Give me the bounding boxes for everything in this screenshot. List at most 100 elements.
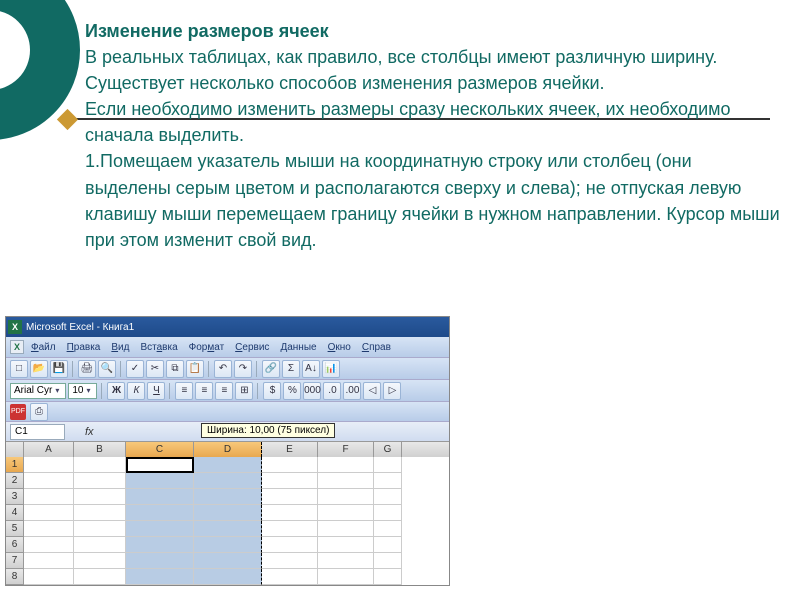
new-button[interactable]: □ [10,360,28,378]
col-header-A[interactable]: A [24,442,74,457]
cell-B7[interactable] [74,553,126,569]
row-header-7[interactable]: 7 [6,553,24,569]
cell-C2[interactable] [126,473,194,489]
cell-B2[interactable] [74,473,126,489]
cell-A6[interactable] [24,537,74,553]
col-header-F[interactable]: F [318,442,374,457]
align-right-button[interactable]: ≡ [215,382,233,400]
bold-button[interactable]: Ж [107,382,125,400]
align-left-button[interactable]: ≡ [175,382,193,400]
cell-D4[interactable] [194,505,262,521]
spell-button[interactable]: ✓ [126,360,144,378]
currency-button[interactable]: $ [263,382,281,400]
cell-G5[interactable] [374,521,402,537]
cut-button[interactable]: ✂ [146,360,164,378]
menu-data[interactable]: Данные [276,341,320,354]
cell-A7[interactable] [24,553,74,569]
save-button[interactable]: 💾 [50,360,68,378]
cell-A3[interactable] [24,489,74,505]
sort-button[interactable]: A↓ [302,360,320,378]
cell-D3[interactable] [194,489,262,505]
cell-C7[interactable] [126,553,194,569]
cell-F7[interactable] [318,553,374,569]
dec-inc-button[interactable]: .0 [323,382,341,400]
cell-G3[interactable] [374,489,402,505]
col-header-E[interactable]: E [262,442,318,457]
indent-dec-button[interactable]: ◁ [363,382,381,400]
cell-F3[interactable] [318,489,374,505]
menu-format[interactable]: Формат [185,341,229,354]
align-center-button[interactable]: ≡ [195,382,213,400]
cell-A4[interactable] [24,505,74,521]
cell-C5[interactable] [126,521,194,537]
cell-B8[interactable] [74,569,126,585]
name-box[interactable]: C1 [10,424,65,440]
underline-button[interactable]: Ч [147,382,165,400]
cell-D6[interactable] [194,537,262,553]
print-button[interactable]: 🖨 [78,360,96,378]
paste-button[interactable]: 📋 [186,360,204,378]
chart-button[interactable]: 📊 [322,360,340,378]
cell-E3[interactable] [262,489,318,505]
cell-C6[interactable] [126,537,194,553]
cell-B6[interactable] [74,537,126,553]
cell-B1[interactable] [74,457,126,473]
menu-help[interactable]: Справ [358,341,395,354]
redo-button[interactable]: ↷ [234,360,252,378]
comma-button[interactable]: 000 [303,382,321,400]
menu-insert[interactable]: Вставка [136,341,181,354]
dec-dec-button[interactable]: .00 [343,382,361,400]
cell-E1[interactable] [262,457,318,473]
cell-B3[interactable] [74,489,126,505]
cell-A8[interactable] [24,569,74,585]
cell-C1[interactable] [126,457,194,473]
col-header-B[interactable]: B [74,442,126,457]
menu-window[interactable]: Окно [324,341,355,354]
row-header-3[interactable]: 3 [6,489,24,505]
menu-edit[interactable]: Правка [63,341,105,354]
cell-B5[interactable] [74,521,126,537]
cell-D8[interactable] [194,569,262,585]
select-all-corner[interactable] [6,442,24,457]
link-button[interactable]: 🔗 [262,360,280,378]
row-header-8[interactable]: 8 [6,569,24,585]
cell-E2[interactable] [262,473,318,489]
cell-B4[interactable] [74,505,126,521]
row-header-6[interactable]: 6 [6,537,24,553]
undo-button[interactable]: ↶ [214,360,232,378]
cell-F1[interactable] [318,457,374,473]
cell-F6[interactable] [318,537,374,553]
cell-F4[interactable] [318,505,374,521]
row-header-5[interactable]: 5 [6,521,24,537]
row-header-1[interactable]: 1 [6,457,24,473]
cell-D1[interactable] [194,457,262,473]
preview-button[interactable]: 🔍 [98,360,116,378]
cell-E4[interactable] [262,505,318,521]
cell-E6[interactable] [262,537,318,553]
cell-A2[interactable] [24,473,74,489]
cell-C3[interactable] [126,489,194,505]
sum-button[interactable]: Σ [282,360,300,378]
menu-tools[interactable]: Сервис [231,341,273,354]
cell-E8[interactable] [262,569,318,585]
row-header-2[interactable]: 2 [6,473,24,489]
pdf-convert-button[interactable]: ⎙ [30,403,48,421]
cell-A5[interactable] [24,521,74,537]
menu-view[interactable]: Вид [107,341,133,354]
cell-E5[interactable] [262,521,318,537]
cell-G7[interactable] [374,553,402,569]
indent-inc-button[interactable]: ▷ [383,382,401,400]
fx-label[interactable]: fx [85,426,94,438]
cell-G4[interactable] [374,505,402,521]
cell-D5[interactable] [194,521,262,537]
cell-F2[interactable] [318,473,374,489]
percent-button[interactable]: % [283,382,301,400]
cell-C8[interactable] [126,569,194,585]
open-button[interactable]: 📂 [30,360,48,378]
font-select[interactable]: Arial Cyr▾ [10,383,66,399]
menu-file[interactable]: Файл [27,341,60,354]
cell-E7[interactable] [262,553,318,569]
cell-G8[interactable] [374,569,402,585]
cell-A1[interactable] [24,457,74,473]
cell-F5[interactable] [318,521,374,537]
